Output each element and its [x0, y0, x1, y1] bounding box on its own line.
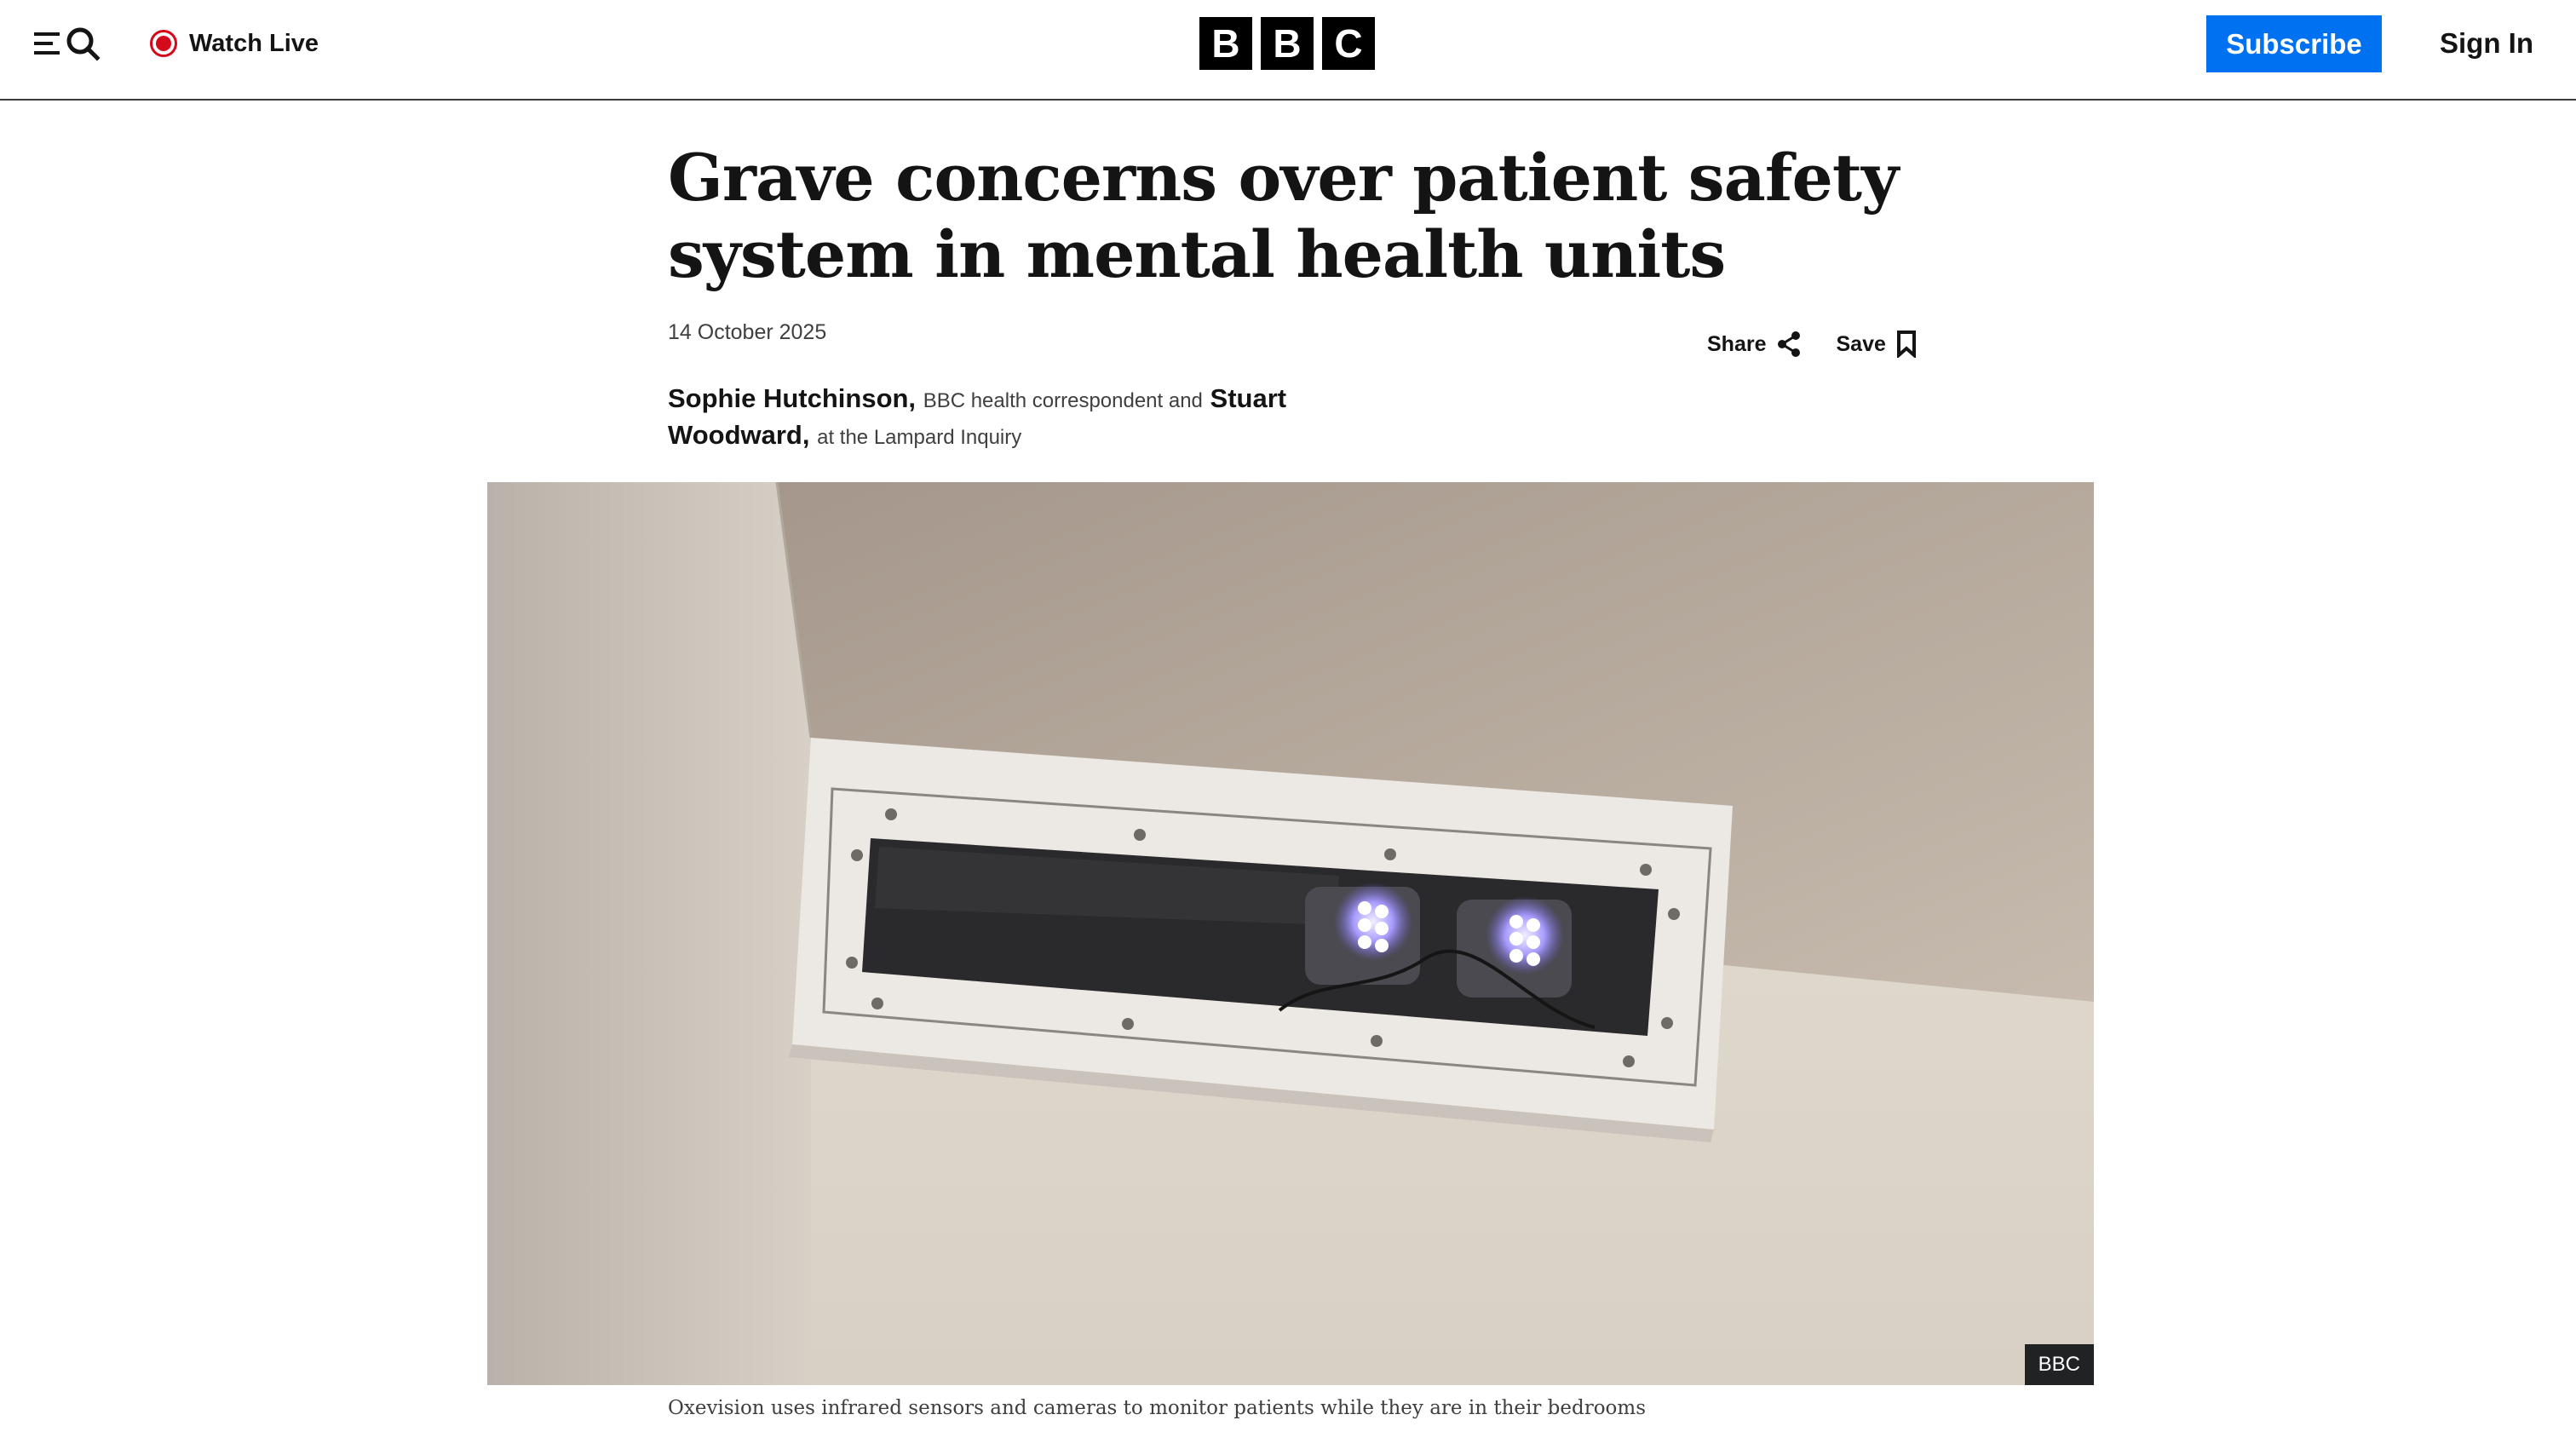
live-indicator-icon [150, 30, 177, 57]
menu-search-button[interactable] [34, 24, 107, 63]
bookmark-icon [1896, 331, 1916, 358]
menu-icon [34, 32, 60, 55]
search-icon [66, 27, 101, 61]
bbc-logo[interactable]: B B C [1199, 17, 1375, 70]
subscribe-button[interactable]: Subscribe [2206, 15, 2382, 72]
logo-letter-c: C [1322, 17, 1375, 70]
article-actions: Share Save [1707, 329, 1917, 359]
share-button[interactable]: Share [1707, 331, 1802, 358]
sign-in-button[interactable]: Sign In [2440, 24, 2533, 63]
share-icon [1778, 331, 1801, 357]
author-role: at the Lampard Inquiry [817, 426, 1022, 449]
image-caption: Oxevision uses infrared sensors and came… [668, 1397, 1647, 1419]
save-button[interactable]: Save [1836, 331, 1916, 358]
logo-letter-b1: B [1199, 17, 1252, 70]
article-hero-image: BBC [487, 482, 2094, 1385]
article-byline: Sophie Hutchinson, BBC health correspond… [668, 382, 1332, 455]
article-date: 14 October 2025 [668, 320, 827, 344]
image-credit: BBC [2024, 1344, 2094, 1385]
save-label: Save [1836, 331, 1886, 356]
watch-live-link[interactable]: Watch Live [150, 24, 319, 63]
author-name: Sophie Hutchinson, [668, 383, 917, 413]
logo-letter-b2: B [1261, 17, 1314, 70]
site-header: Watch Live B B C Subscribe Sign In [0, 0, 2576, 101]
article-headline: Grave concerns over patient safety syste… [668, 140, 1899, 292]
watch-live-label: Watch Live [189, 29, 319, 57]
author-role: BBC health correspondent and [923, 389, 1203, 412]
oxevision-sensor-photo [487, 482, 2094, 1385]
share-label: Share [1707, 331, 1767, 356]
